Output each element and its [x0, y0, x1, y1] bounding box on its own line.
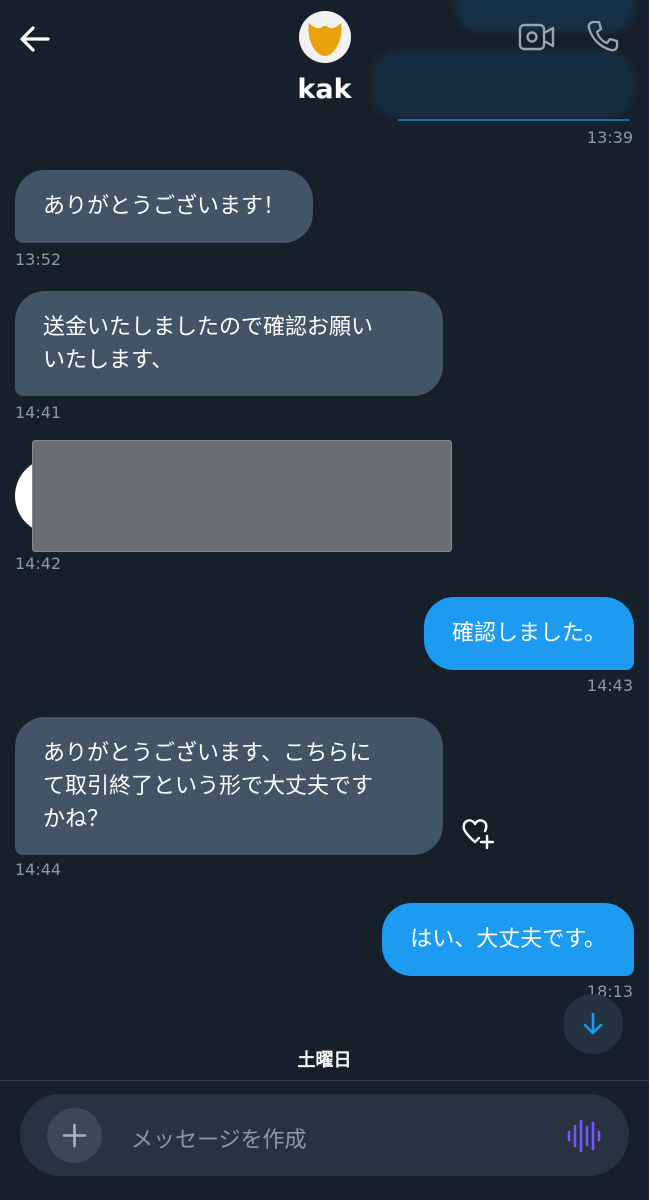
day-separator: 土曜日: [297, 1050, 352, 1071]
message-timestamp: 14:41: [15, 403, 62, 422]
incoming-message-bubble[interactable]: 送金いたしましたので確認お願い いたします、: [15, 291, 443, 396]
message-timestamp: 14:42: [15, 554, 62, 573]
back-arrow-icon[interactable]: [18, 22, 52, 56]
image-attachment[interactable]: [15, 440, 452, 552]
message-text-line: かね？: [43, 807, 110, 832]
message-timestamp: 13:52: [15, 250, 62, 269]
message-text: はい、大丈夫です。: [410, 927, 606, 952]
composer-divider: [0, 1080, 649, 1081]
message-timestamp: 14:43: [586, 676, 633, 695]
add-attachment-button[interactable]: [47, 1108, 102, 1163]
message-text-line: いたします、: [43, 348, 174, 373]
contact-name[interactable]: kak: [0, 74, 649, 105]
outgoing-message-bubble[interactable]: 確認しました。: [423, 597, 634, 670]
message-composer[interactable]: [20, 1094, 629, 1176]
video-call-icon[interactable]: [518, 22, 556, 52]
message-text-line: て取引終了という形で大丈夫です: [43, 774, 374, 799]
heart-plus-icon[interactable]: [458, 817, 496, 853]
message-timestamp: 14:44: [15, 860, 62, 879]
message-input[interactable]: メッセージを作成: [131, 1122, 307, 1154]
scroll-to-bottom-button[interactable]: [563, 994, 623, 1054]
message-timestamp: 13:39: [586, 128, 633, 147]
message-text: ありがとうございます！: [43, 194, 286, 219]
voice-wave-icon[interactable]: [565, 1118, 601, 1154]
contact-avatar[interactable]: [299, 11, 351, 63]
message-text-line: 送金いたしましたので確認お願い: [43, 315, 374, 340]
incoming-message-bubble[interactable]: ありがとうございます、こちらに て取引終了という形で大丈夫です かね？: [15, 717, 443, 855]
phone-icon[interactable]: [585, 18, 621, 54]
blurred-message-edge: [398, 119, 630, 121]
redacted-image-block: [32, 440, 452, 552]
message-text: 確認しました。: [451, 621, 606, 646]
plus-icon: [62, 1123, 87, 1148]
message-text-line: ありがとうございます、こちらに: [43, 741, 372, 766]
outgoing-message-bubble[interactable]: はい、大丈夫です。: [382, 903, 634, 976]
arrow-down-icon: [583, 1012, 603, 1035]
incoming-message-bubble[interactable]: ありがとうございます！: [15, 170, 314, 243]
